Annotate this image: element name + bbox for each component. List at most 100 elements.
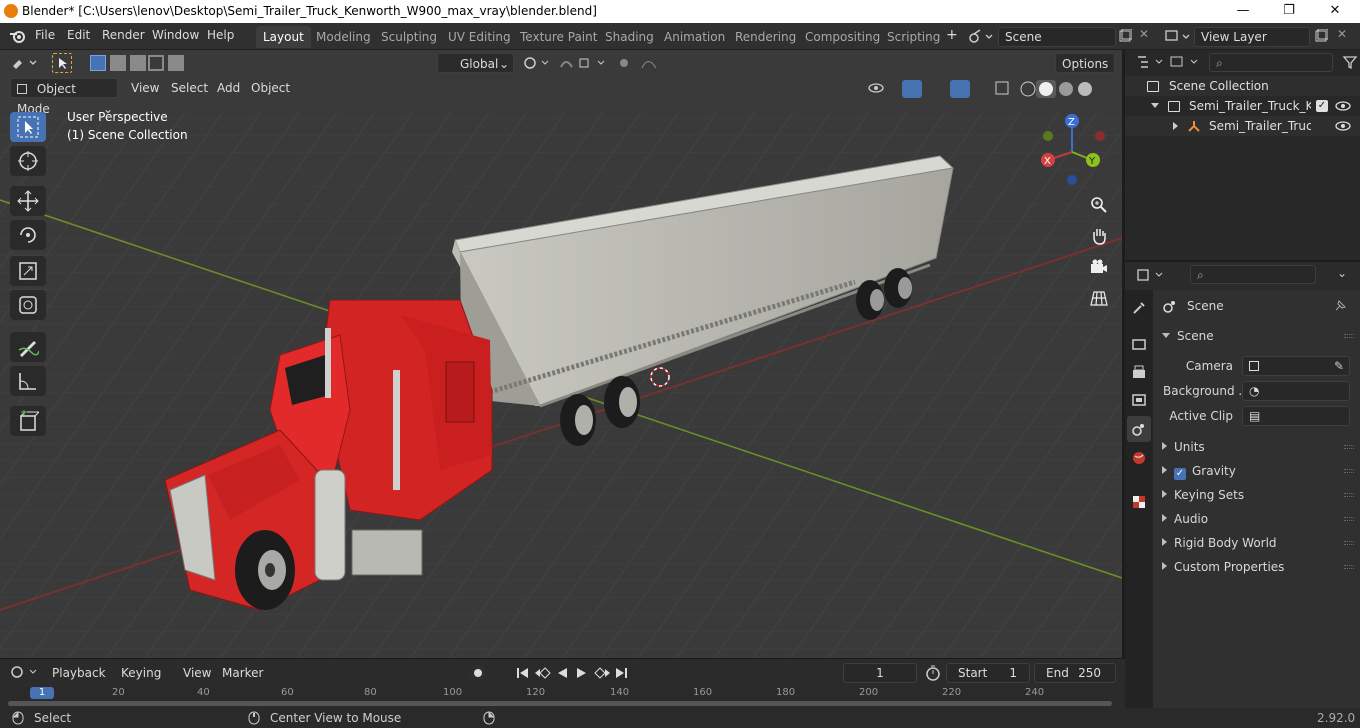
xray-toggle-icon[interactable] — [995, 81, 1009, 95]
jump-start-icon[interactable] — [517, 668, 528, 678]
close-button[interactable]: ✕ — [1312, 0, 1358, 23]
units-panel-header[interactable]: Units — [1153, 435, 1360, 459]
new-view-layer-icon[interactable] — [1314, 29, 1328, 43]
rigid-body-world-panel-header[interactable]: Rigid Body World — [1153, 531, 1360, 555]
pan-view-button[interactable] — [1087, 224, 1111, 248]
camera-view-button[interactable] — [1087, 255, 1111, 279]
object-mode-dropdown[interactable]: Object Mode ⌄ — [10, 78, 118, 116]
active-clip-field[interactable]: ▤ — [1242, 406, 1350, 426]
minimize-button[interactable]: — — [1220, 0, 1266, 23]
playhead-frame-indicator[interactable]: 1 — [30, 687, 54, 699]
selection-mode-extend-icon[interactable] — [110, 55, 126, 71]
camera-field[interactable]: ✎ — [1242, 356, 1350, 376]
menu-file[interactable]: File — [35, 28, 55, 42]
transform-orientation-dropdown[interactable]: Global ⌄ — [437, 53, 514, 73]
tool-transform[interactable] — [10, 290, 46, 320]
drag-grip-icon[interactable] — [1344, 469, 1354, 473]
menu-help[interactable]: Help — [207, 28, 234, 42]
world-tab-icon[interactable] — [1131, 450, 1147, 466]
maximize-button[interactable]: ❐ — [1266, 0, 1312, 23]
tab-rendering[interactable]: Rendering — [728, 26, 803, 48]
tab-scripting[interactable]: Scripting — [880, 26, 947, 48]
solid-shading-icon[interactable] — [1039, 82, 1053, 96]
timeline-menu-marker[interactable]: Marker — [222, 666, 263, 680]
gizmo-neg-y-axis[interactable] — [1043, 131, 1053, 141]
zoom-view-button[interactable] — [1087, 193, 1111, 217]
display-mode-icon[interactable] — [1169, 54, 1203, 70]
visibility-eye-icon[interactable] — [868, 83, 884, 93]
background-field[interactable]: ◔ — [1242, 381, 1350, 401]
pin-icon[interactable] — [1333, 299, 1347, 313]
snap-icon[interactable] — [558, 55, 608, 71]
record-button[interactable] — [470, 665, 486, 681]
tool-move[interactable] — [10, 186, 46, 216]
tab-shading[interactable]: Shading — [598, 26, 661, 48]
drag-grip-icon[interactable] — [1344, 565, 1354, 569]
prev-keyframe-icon[interactable] — [535, 667, 551, 679]
texture-tab-icon[interactable] — [1131, 494, 1147, 510]
drag-grip-icon[interactable] — [1344, 334, 1354, 338]
properties-editor-icon[interactable] — [1136, 267, 1166, 283]
output-tab-icon[interactable] — [1131, 364, 1147, 380]
tab-modeling[interactable]: Modeling — [309, 26, 378, 48]
tool-settings-tab-icon[interactable] — [1131, 300, 1147, 316]
proportional-editing-icon[interactable] — [616, 55, 666, 71]
drag-grip-icon[interactable] — [1344, 445, 1354, 449]
drag-grip-icon[interactable] — [1344, 541, 1354, 545]
scene-name-field[interactable]: Scene — [998, 27, 1116, 47]
material-shading-icon[interactable] — [1059, 82, 1073, 96]
viewport-menu-add[interactable]: Add — [217, 81, 240, 95]
custom-properties-panel-header[interactable]: Custom Properties — [1153, 555, 1360, 579]
viewport-menu-view[interactable]: View — [131, 81, 159, 95]
next-keyframe-icon[interactable] — [594, 667, 610, 679]
delete-scene-icon[interactable]: ✕ — [1139, 27, 1149, 41]
tool-cursor[interactable] — [10, 146, 46, 176]
tab-uv-editing[interactable]: UV Editing — [441, 26, 518, 48]
delete-view-layer-icon[interactable]: ✕ — [1337, 27, 1347, 41]
options-dropdown[interactable]: Options — [1055, 53, 1115, 73]
tool-select-box[interactable] — [10, 112, 46, 142]
gravity-checkbox[interactable]: ✓ — [1174, 468, 1186, 480]
outliner-row-truck-collection[interactable]: Semi_Trailer_Truck_Kenw ✓ — [1125, 96, 1360, 116]
outliner-editor-icon[interactable] — [1136, 54, 1166, 70]
timeline-editor-icon[interactable] — [10, 664, 40, 680]
view-layer-tab-icon[interactable] — [1131, 392, 1147, 408]
ortho-toggle-button[interactable] — [1087, 286, 1111, 310]
collection-checkbox[interactable]: ✓ — [1316, 100, 1328, 112]
navigation-gizmo[interactable]: Z X Y — [1036, 112, 1116, 192]
view-layer-field[interactable]: View Layer — [1194, 27, 1310, 47]
tab-sculpting[interactable]: Sculpting — [374, 26, 444, 48]
eyedropper-icon[interactable]: ✎ — [1334, 357, 1344, 375]
timeline-ruler[interactable]: 1 20 40 60 80 100 120 140 160 180 200 22… — [0, 687, 1125, 701]
add-workspace-button[interactable]: + — [946, 27, 958, 43]
expand-triangle-icon[interactable] — [1173, 122, 1178, 130]
tab-layout[interactable]: Layout — [256, 26, 311, 48]
audio-panel-header[interactable]: Audio — [1153, 507, 1360, 531]
3d-viewport[interactable]: Global ⌄ Options Object Mode ⌄ View Sele… — [0, 50, 1122, 658]
selection-mode-new-icon[interactable] — [90, 55, 106, 71]
outliner-search-input[interactable]: ⌕ — [1209, 53, 1333, 72]
outliner-row-scene-collection[interactable]: Scene Collection — [1125, 76, 1360, 96]
timeline-menu-playback[interactable]: Playback — [52, 666, 106, 680]
new-scene-icon[interactable] — [1118, 29, 1132, 43]
play-reverse-icon[interactable] — [558, 668, 567, 678]
chevron-down-icon[interactable]: ⌄ — [1337, 266, 1347, 280]
properties-search-input[interactable]: ⌕ — [1190, 265, 1316, 284]
scene-selector-icon[interactable] — [968, 28, 996, 44]
tool-annotate[interactable] — [10, 332, 46, 362]
blender-menu-icon[interactable] — [9, 28, 27, 44]
tab-compositing[interactable]: Compositing — [798, 26, 887, 48]
menu-window[interactable]: Window — [152, 28, 199, 42]
select-box-tool-icon[interactable] — [52, 53, 72, 73]
tool-measure[interactable] — [10, 366, 46, 396]
rendered-shading-icon[interactable] — [1078, 82, 1092, 96]
end-frame-field[interactable]: End 250 — [1034, 663, 1116, 683]
gizmo-neg-x-axis[interactable] — [1095, 131, 1105, 141]
outliner-row-truck-object[interactable]: Semi_Trailer_Truck_K — [1125, 116, 1360, 136]
render-tab-icon[interactable] — [1131, 336, 1147, 352]
tab-texture-paint[interactable]: Texture Paint — [513, 26, 604, 48]
scene-tab-icon[interactable] — [1131, 421, 1147, 437]
expand-triangle-icon[interactable] — [1151, 103, 1159, 108]
timeline-scrollbar[interactable] — [8, 701, 1112, 706]
tab-animation[interactable]: Animation — [657, 26, 732, 48]
